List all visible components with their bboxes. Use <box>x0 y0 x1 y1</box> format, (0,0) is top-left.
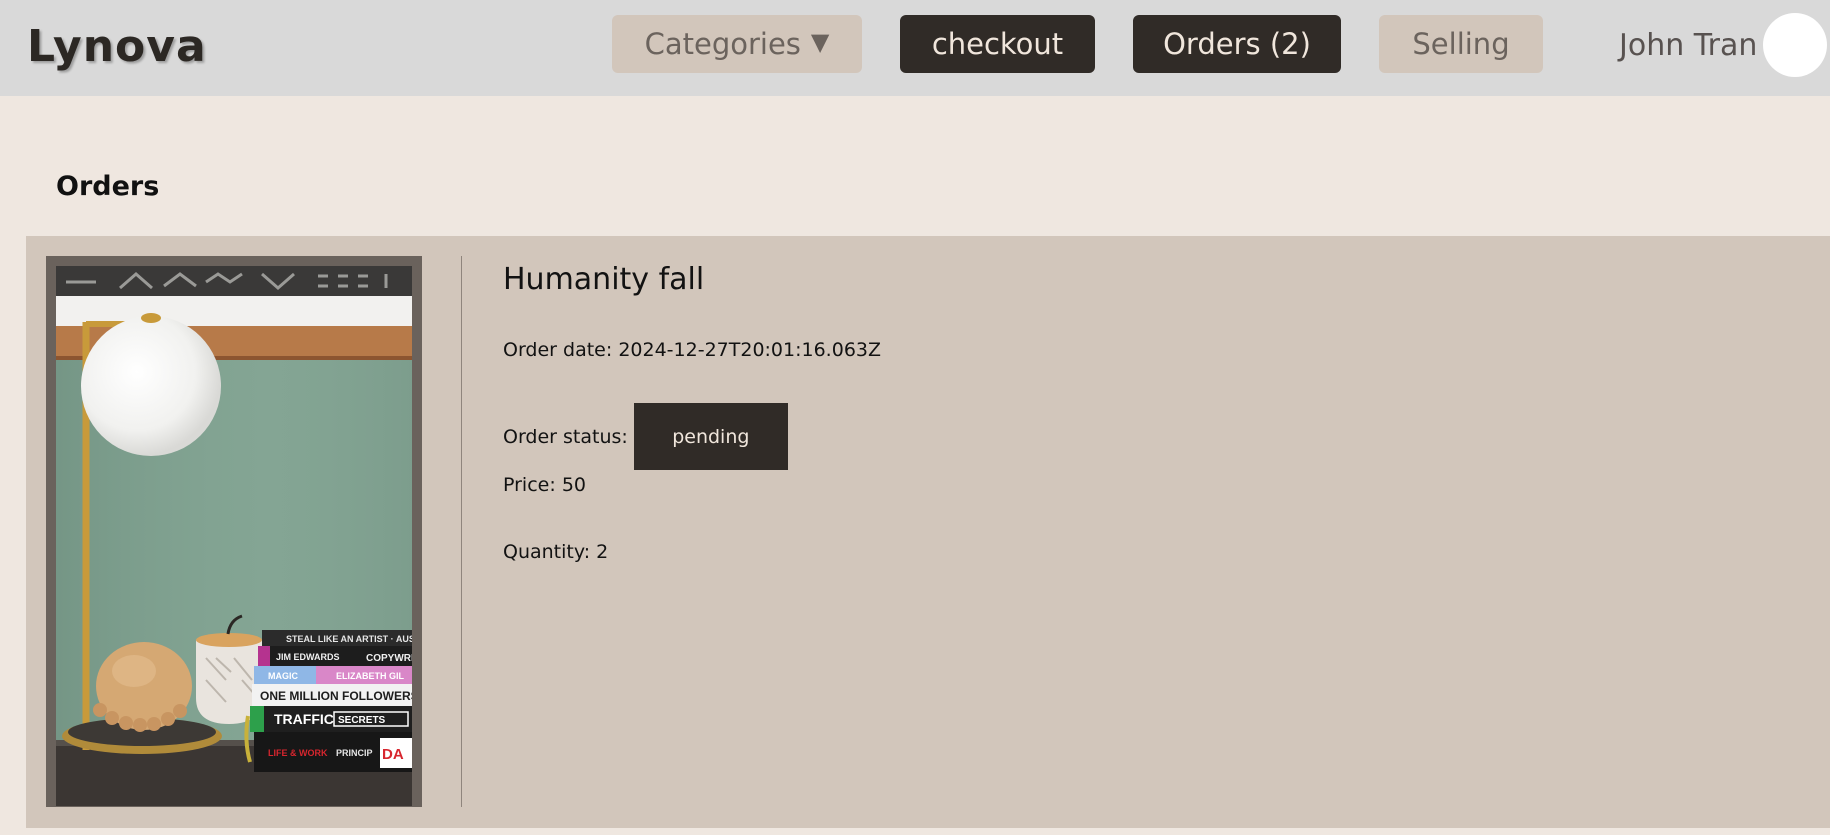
quantity-value: 2 <box>596 541 609 563</box>
checkout-label: checkout <box>931 27 1064 61</box>
quantity-label: Quantity: <box>503 541 591 563</box>
brand-logo[interactable]: Lynova <box>27 20 207 74</box>
svg-text:STEAL LIKE AN ARTIST · AUSTIN: STEAL LIKE AN ARTIST · AUSTIN KLE <box>286 634 412 644</box>
orders-label: Orders (2) <box>1163 27 1311 61</box>
page-title: Orders <box>56 171 160 202</box>
svg-text:TRAFFIC: TRAFFIC <box>274 711 334 727</box>
caret-down-icon: ▼ <box>810 28 830 56</box>
svg-text:COPYWRI: COPYWRI <box>366 653 412 664</box>
categories-dropdown-button[interactable]: Categories ▼ <box>612 15 862 73</box>
svg-text:SECRETS: SECRETS <box>338 715 386 726</box>
avatar[interactable] <box>1763 13 1827 77</box>
order-date-label: Order date: <box>503 339 613 361</box>
order-date: Order date: 2024-12-27T20:01:16.063Z <box>503 337 881 363</box>
svg-text:ELIZABETH GIL: ELIZABETH GIL <box>336 671 404 681</box>
product-image-frame: STEAL LIKE AN ARTIST · AUSTIN KLE JIM ED… <box>46 256 422 807</box>
order-card: STEAL LIKE AN ARTIST · AUSTIN KLE JIM ED… <box>26 236 1830 828</box>
price-label: Price: <box>503 474 556 496</box>
product-image[interactable]: STEAL LIKE AN ARTIST · AUSTIN KLE JIM ED… <box>56 266 412 806</box>
order-status-label: Order status: <box>503 425 628 448</box>
order-quantity: Quantity: 2 <box>503 539 608 565</box>
card-divider <box>461 256 462 807</box>
svg-text:MAGIC: MAGIC <box>268 671 298 681</box>
book-stack: STEAL LIKE AN ARTIST · AUSTIN KLE JIM ED… <box>244 630 412 772</box>
svg-text:DA: DA <box>382 746 404 763</box>
user-name[interactable]: John Tran <box>1619 26 1757 66</box>
top-navigation-bar: Lynova Categories ▼ checkout Orders (2) … <box>0 0 1830 96</box>
order-status: Order status: pending <box>503 403 788 470</box>
price-value: 50 <box>561 474 586 496</box>
svg-text:JIM EDWARDS: JIM EDWARDS <box>276 652 340 662</box>
svg-text:PRINCIP: PRINCIP <box>336 748 373 758</box>
categories-label: Categories <box>644 27 801 61</box>
status-badge[interactable]: pending <box>633 403 788 470</box>
svg-text:ONE MILLION FOLLOWERS: ONE MILLION FOLLOWERS <box>260 689 412 703</box>
order-date-value: 2024-12-27T20:01:16.063Z <box>618 339 882 361</box>
checkout-button[interactable]: checkout <box>900 15 1095 73</box>
order-price: Price: 50 <box>503 472 586 498</box>
selling-button[interactable]: Selling <box>1379 15 1543 73</box>
product-name[interactable]: Humanity fall <box>503 260 704 300</box>
svg-text:LIFE & WORK: LIFE & WORK <box>268 748 328 758</box>
selling-label: Selling <box>1412 27 1510 61</box>
orders-button[interactable]: Orders (2) <box>1133 15 1341 73</box>
